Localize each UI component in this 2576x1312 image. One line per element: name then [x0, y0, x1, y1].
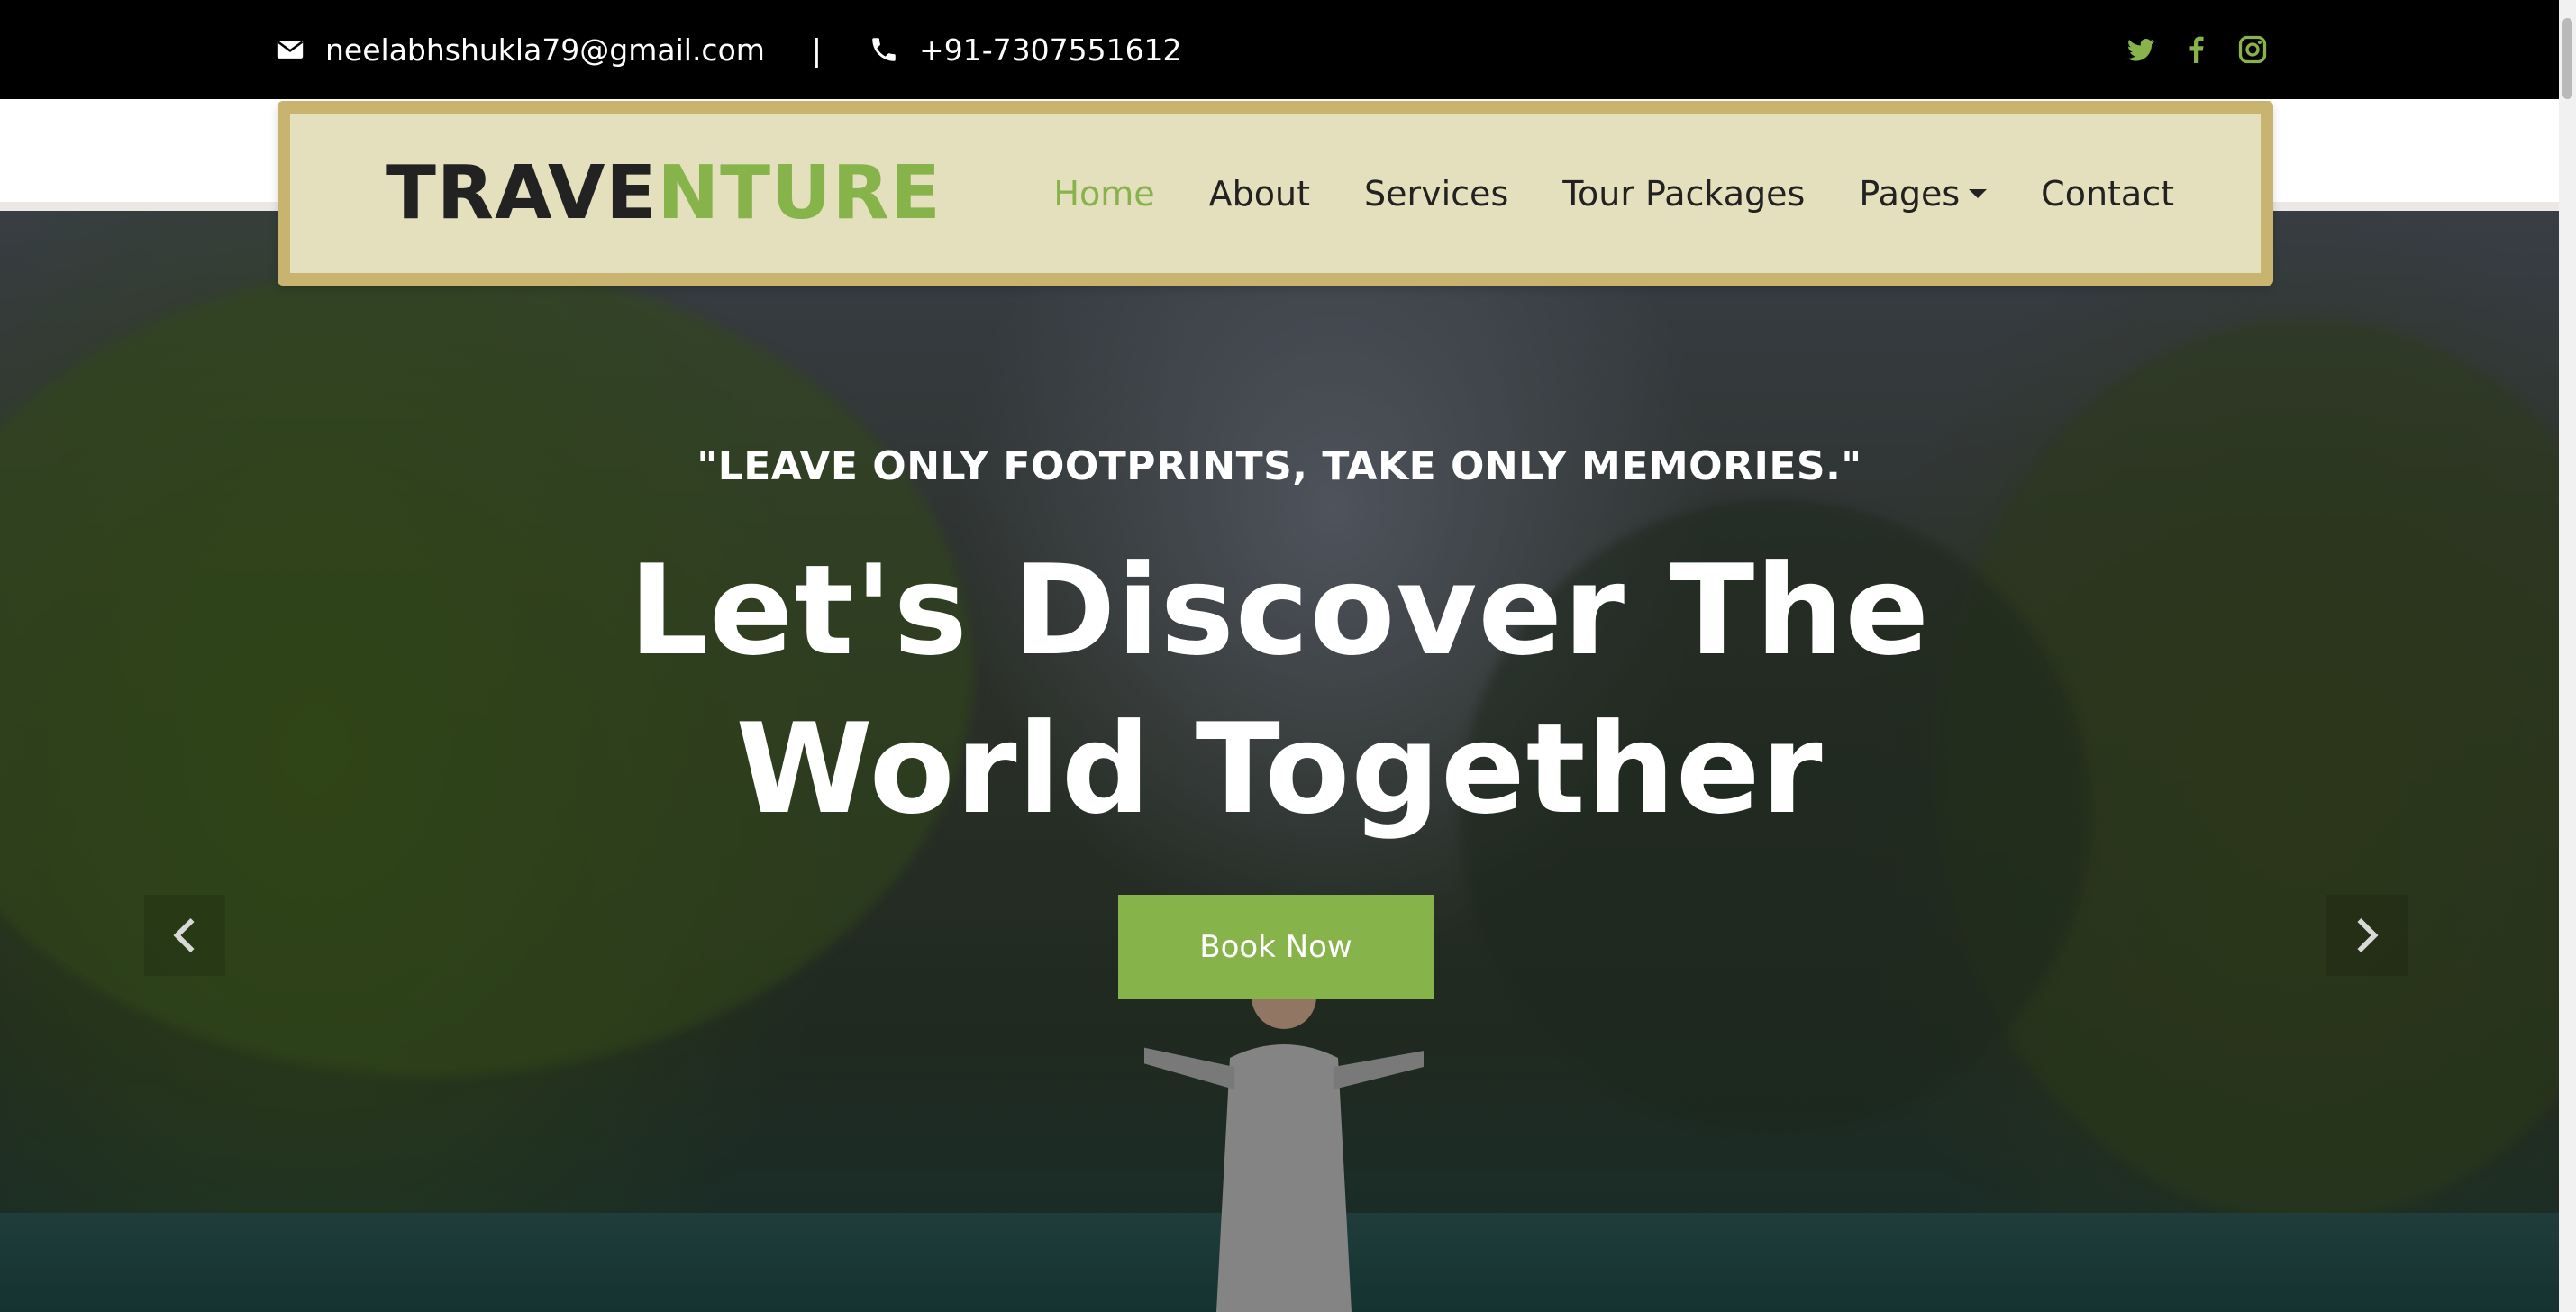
nav-item-pages-label: Pages — [1859, 173, 1961, 214]
page-scrollbar[interactable] — [2559, 0, 2576, 1312]
email-link[interactable]: neelabhshukla79@gmail.com — [325, 32, 765, 68]
instagram-icon[interactable] — [2236, 33, 2269, 66]
scrollbar-thumb[interactable] — [2562, 18, 2572, 99]
phone-icon — [872, 38, 896, 61]
nav-item-about[interactable]: About — [1209, 174, 1310, 214]
nav-item-tour-packages[interactable]: Tour Packages — [1562, 174, 1805, 214]
book-now-button[interactable]: Book Now — [1118, 895, 1434, 999]
hero-tagline: "LEAVE ONLY FOOTPRINTS, TAKE ONLY MEMORI… — [696, 443, 1862, 489]
facebook-icon[interactable] — [2180, 33, 2213, 66]
nav-item-contact[interactable]: Contact — [2041, 174, 2174, 214]
carousel-prev-button[interactable] — [144, 895, 225, 976]
main-navbar: TRAVE NTURE Home About Services Tour Pack… — [278, 101, 2273, 286]
twitter-icon[interactable] — [2125, 33, 2157, 66]
top-contact-bar: neelabhshukla79@gmail.com | +91-73075516… — [0, 0, 2559, 99]
brand-logo[interactable]: TRAVE NTURE — [386, 114, 942, 273]
hero-headline-line2: World Together — [735, 697, 1824, 842]
social-links — [2125, 0, 2269, 99]
chevron-left-icon — [173, 917, 195, 953]
nav-item-pages-dropdown[interactable]: Pages — [1859, 173, 1988, 214]
phone-link[interactable]: +91-7307551612 — [919, 32, 1182, 68]
contact-separator: | — [811, 32, 823, 68]
brand-logo-part1: TRAVE — [386, 150, 658, 236]
brand-logo-part2: NTURE — [657, 150, 942, 236]
carousel-next-button[interactable] — [2326, 895, 2408, 976]
nav-item-services[interactable]: Services — [1364, 174, 1508, 214]
hero-headline-line1: Let's Discover The — [628, 538, 1931, 683]
nav-item-home[interactable]: Home — [1053, 174, 1154, 214]
caret-down-icon — [1969, 188, 1988, 198]
chevron-right-icon — [2357, 917, 2379, 953]
contact-info: neelabhshukla79@gmail.com | +91-73075516… — [275, 0, 1182, 99]
hero-headline: Let's Discover The World Together — [0, 532, 2559, 849]
envelope-icon — [277, 41, 304, 59]
nav-menu: Home About Services Tour Packages Pages … — [1053, 114, 2174, 273]
